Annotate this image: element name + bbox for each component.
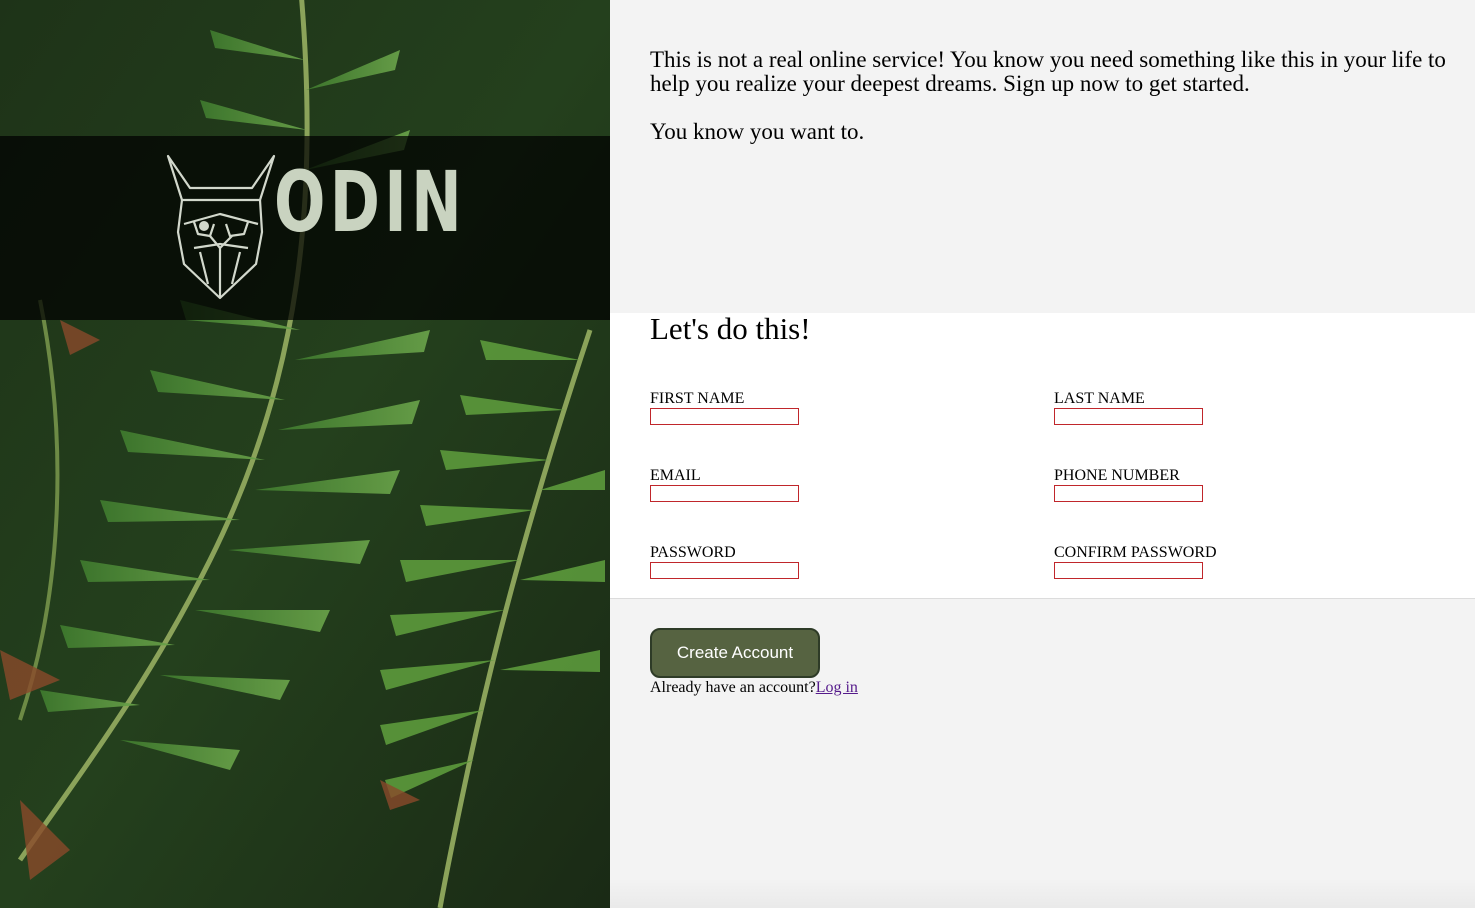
- brand-logo-text: ODIN: [274, 153, 467, 251]
- phone-label: Phone Number: [1054, 467, 1180, 484]
- phone-input[interactable]: [1054, 485, 1203, 502]
- email-field: Email: [650, 468, 950, 502]
- first-name-input[interactable]: [650, 408, 799, 425]
- intro-section: This is not a real online service! You k…: [650, 48, 1470, 168]
- last-name-label: Last Name: [1054, 390, 1145, 407]
- signup-form: Let's do this! First Name Last Name Emai…: [610, 313, 1475, 599]
- first-name-label: First Name: [650, 390, 745, 407]
- password-input[interactable]: [650, 562, 799, 579]
- last-name-input[interactable]: [1054, 408, 1203, 425]
- password-field: Password: [650, 545, 950, 579]
- confirm-password-input[interactable]: [1054, 562, 1203, 579]
- hero-image-panel: ODIN: [0, 0, 610, 908]
- last-name-field: Last Name: [1054, 391, 1354, 425]
- email-label: Email: [650, 467, 701, 484]
- viking-helmet-icon: [166, 154, 276, 300]
- login-link[interactable]: Log in: [816, 679, 858, 696]
- form-heading: Let's do this!: [650, 311, 811, 346]
- bottom-shadow: [610, 878, 1475, 908]
- intro-paragraph: This is not a real online service! You k…: [650, 47, 1446, 96]
- confirm-password-label: Confirm Password: [1054, 544, 1217, 561]
- create-account-button[interactable]: Create Account: [650, 628, 820, 678]
- first-name-field: First Name: [650, 391, 950, 425]
- confirm-password-field: Confirm Password: [1054, 545, 1354, 579]
- email-input[interactable]: [650, 485, 799, 502]
- login-prompt-text: Already have an account?: [650, 679, 816, 696]
- intro-tagline: You know you want to.: [650, 119, 865, 144]
- password-label: Password: [650, 544, 736, 561]
- phone-field: Phone Number: [1054, 468, 1354, 502]
- form-actions: Create Account Already have an account?L…: [650, 628, 858, 697]
- signup-page: ODIN This is not a real online service! …: [0, 0, 1475, 908]
- login-prompt: Already have an account?Log in: [650, 679, 858, 697]
- main-content: This is not a real online service! You k…: [610, 0, 1475, 908]
